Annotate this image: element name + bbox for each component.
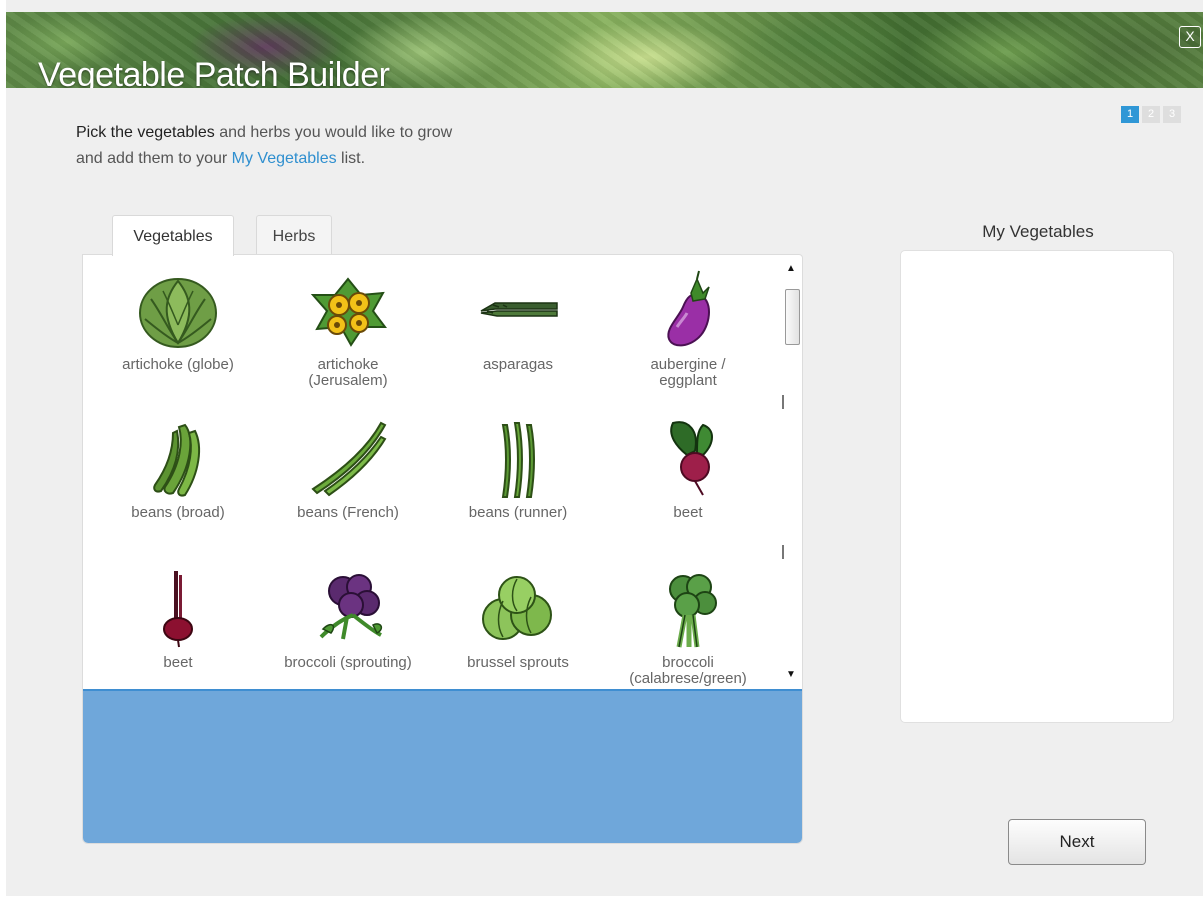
instructions-line1: and herbs you would like to grow — [214, 124, 453, 141]
next-button[interactable]: Next — [1008, 819, 1146, 865]
vegetable-item[interactable]: artichoke (Jerusalem) — [263, 269, 433, 389]
asparagus-icon — [480, 302, 558, 317]
broad-beans-icon — [153, 423, 201, 497]
beet-root-icon — [163, 571, 193, 648]
instructions-line2: and add them to your — [76, 150, 232, 167]
app-window: Vegetable Patch Builder X 1 2 3 Pick the… — [6, 0, 1203, 896]
beet-leafy-icon — [670, 421, 713, 496]
close-button[interactable]: X — [1179, 26, 1201, 48]
aubergine-icon — [667, 270, 710, 347]
scroll-up-arrow-icon[interactable]: ▲ — [786, 263, 796, 274]
vegetable-item[interactable]: beet — [93, 567, 263, 671]
vegetable-label: asparagas — [482, 356, 554, 373]
vegetable-label: artichoke (Jerusalem) — [308, 356, 388, 389]
tab-herbs[interactable]: Herbs — [256, 215, 332, 255]
vegetable-item[interactable]: beet — [603, 417, 773, 521]
my-vegetables-list[interactable] — [900, 250, 1174, 723]
purple-broccoli-icon — [319, 574, 383, 640]
vegetable-label: beans (broad) — [131, 504, 225, 521]
my-vegetables-title: My Vegetables — [982, 222, 1094, 241]
scroll-track-mark — [782, 545, 784, 559]
vegetable-label: beet — [673, 504, 703, 521]
runner-beans-icon — [501, 422, 535, 498]
vegetable-grid: artichoke (globe) artichoke (Jerusalem) — [83, 255, 773, 689]
vegetable-item[interactable]: aubergine / eggplant — [603, 269, 773, 389]
brussel-sprouts-icon — [482, 576, 552, 640]
vegetable-label: aubergine / eggplant — [650, 356, 726, 389]
vegetable-label: brussel sprouts — [467, 654, 569, 671]
my-vegetables-link[interactable]: My Vegetables — [232, 150, 337, 167]
vegetable-item[interactable]: brussel sprouts — [433, 567, 603, 671]
vegetable-label: beans (French) — [297, 504, 399, 521]
instructions-text: Pick the vegetables and herbs you would … — [76, 120, 452, 172]
vegetable-label: beet — [163, 654, 193, 671]
header-banner: Vegetable Patch Builder X — [6, 12, 1203, 88]
step-3[interactable]: 3 — [1163, 106, 1181, 123]
vegetable-label: broccoli (calabrese/green) — [629, 654, 747, 687]
vegetable-label: beans (runner) — [468, 504, 568, 521]
vegetable-item[interactable]: broccoli (calabrese/green) — [603, 567, 773, 687]
vegetable-catalog: artichoke (globe) artichoke (Jerusalem) — [82, 254, 803, 844]
vegetable-item[interactable]: beans (runner) — [433, 417, 603, 521]
step-2[interactable]: 2 — [1142, 106, 1160, 123]
vegetable-item[interactable]: beans (French) — [263, 417, 433, 521]
step-indicator: 1 2 3 — [1121, 106, 1181, 123]
instructions-emphasis: Pick the vegetables — [76, 124, 215, 141]
selection-drop-area[interactable] — [83, 689, 802, 843]
scroll-down-arrow-icon[interactable]: ▼ — [786, 669, 796, 680]
vegetable-item[interactable]: artichoke (globe) — [93, 269, 263, 373]
catalog-scrollbar[interactable]: ▲ ▼ — [782, 263, 800, 689]
vegetable-item[interactable]: beans (broad) — [93, 417, 263, 521]
vegetable-label: artichoke (globe) — [122, 356, 234, 373]
artichoke-icon — [139, 278, 217, 348]
step-1[interactable]: 1 — [1121, 106, 1139, 123]
instructions-end: list. — [336, 150, 366, 167]
scrollbar-thumb[interactable] — [785, 289, 800, 345]
vegetable-item[interactable]: asparagas — [433, 269, 603, 373]
green-broccoli-icon — [669, 574, 717, 648]
scroll-track-mark — [782, 395, 784, 409]
vegetable-item[interactable]: broccoli (sprouting) — [263, 567, 433, 671]
app-title: Vegetable Patch Builder — [38, 56, 390, 88]
jerusalem-artichoke-icon — [310, 277, 387, 347]
french-beans-icon — [311, 421, 387, 497]
vegetable-label: broccoli (sprouting) — [284, 654, 412, 671]
tab-vegetables[interactable]: Vegetables — [112, 215, 234, 256]
